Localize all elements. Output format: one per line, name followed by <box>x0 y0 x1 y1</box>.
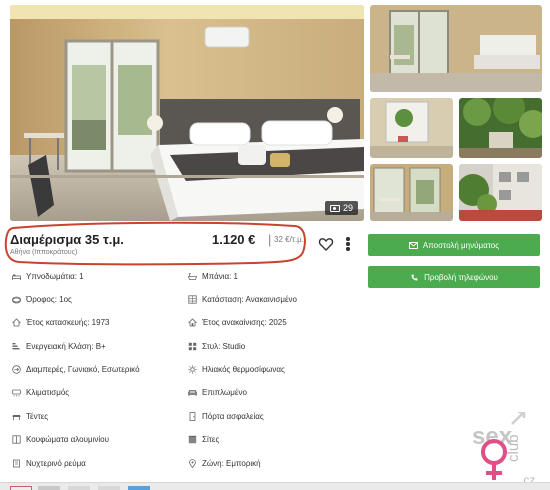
bath-icon <box>188 272 197 281</box>
thumbnail-5[interactable] <box>459 164 542 221</box>
feature-bathrooms: Μπάνια: 1 <box>188 272 238 281</box>
show-phone-button[interactable]: Προβολή τηλεφώνου <box>368 266 540 288</box>
condition-icon <box>188 295 197 304</box>
feature-bedrooms: Υπνοδωμάτια: 1 <box>12 272 84 281</box>
feature-solar-heater: Ηλιακός θερμοσίφωνας <box>188 365 285 374</box>
door-icon <box>188 412 197 421</box>
photo-count-badge: 29 <box>324 201 358 215</box>
taskbar-item[interactable] <box>38 486 60 490</box>
zone-icon <box>188 459 197 468</box>
more-options-icon[interactable] <box>343 236 353 252</box>
feature-floor: Όροφος: 1ος <box>12 295 72 304</box>
feature-year-built: Έτος κατασκευής: 1973 <box>12 318 109 327</box>
house-icon <box>12 318 21 327</box>
feature-bathrooms-label: Μπάνια: 1 <box>202 272 238 281</box>
feature-style-label: Στυλ: Studio <box>202 342 246 351</box>
feature-bedrooms-label: Υπνοδωμάτια: 1 <box>26 272 84 281</box>
thumbnail-3[interactable] <box>459 98 542 158</box>
listing-price: 1.120 € <box>212 232 256 247</box>
bed-icon <box>12 272 21 281</box>
energy-icon <box>12 342 21 351</box>
feature-aluminium-frames-label: Κουφώματα αλουμινίου <box>26 435 109 444</box>
feature-condition-label: Κατάσταση: Ανακαινισμένο <box>202 295 297 304</box>
feature-zone: Ζώνη: Εμπορική <box>188 459 261 468</box>
feature-screens-label: Σίτες <box>202 435 220 444</box>
photo-count: 29 <box>342 203 353 213</box>
feature-aluminium-frames: Κουφώματα αλουμινίου <box>12 435 109 444</box>
phone-icon <box>411 274 418 280</box>
photo-gallery: 29 <box>10 5 542 221</box>
feature-screens: Σίτες <box>188 435 219 444</box>
feature-zone-label: Ζώνη: Εμπορική <box>202 459 261 468</box>
thumbnail-4[interactable] <box>370 164 453 221</box>
taskbar-item[interactable] <box>128 486 150 490</box>
feature-energy-class: Ενεργειακή Κλάση: Β+ <box>12 342 106 351</box>
window-icon <box>12 435 21 444</box>
envelope-icon <box>408 241 418 249</box>
screen-icon <box>188 435 197 444</box>
power-icon <box>12 459 21 468</box>
stairs-icon <box>12 295 21 304</box>
listing-location: Αθήνα (Ιπποκράτους) <box>10 249 78 256</box>
renovation-icon <box>188 318 197 327</box>
feature-awnings: Τέντες <box>12 412 48 421</box>
feature-condition: Κατάσταση: Ανακαινισμένο <box>188 295 297 304</box>
feature-night-power: Νυχτερινό ρεύμα <box>12 459 86 468</box>
feature-furnished: Επιπλωμένο <box>188 388 247 397</box>
feature-furnished-label: Επιπλωμένο <box>202 388 247 397</box>
taskbar-item[interactable] <box>10 486 32 490</box>
sun-icon <box>188 365 197 374</box>
listing-header: Διαμέρισμα 35 τ.μ. Αθήνα (Ιπποκράτους) 1… <box>4 221 306 266</box>
feature-security-door: Πόρτα ασφαλείας <box>188 412 264 421</box>
style-icon <box>188 342 197 351</box>
send-message-button[interactable]: Αποστολή μηνύματος <box>368 234 540 256</box>
feature-renovation-year: Έτος ανακαίνισης: 2025 <box>188 318 287 327</box>
taskbar-strip <box>0 482 550 490</box>
feature-night-power-label: Νυχτερινό ρεύμα <box>26 459 86 468</box>
feature-renovation-year-label: Έτος ανακαίνισης: 2025 <box>202 318 287 327</box>
feature-solar-heater-label: Ηλιακός θερμοσίφωνας <box>202 365 285 374</box>
feature-air-conditioning-label: Κλιματισμός <box>26 388 70 397</box>
show-phone-label: Προβολή τηλεφώνου <box>424 272 498 282</box>
price-separator: | <box>268 232 272 247</box>
feature-layout: Διαμπερές, Γωνιακό, Εσωτερικό <box>12 365 140 374</box>
thumbnail-1[interactable] <box>370 5 542 92</box>
taskbar-item[interactable] <box>98 486 120 490</box>
feature-energy-class-label: Ενεργειακή Κλάση: Β+ <box>26 342 106 351</box>
watermark-text-bottom: club <box>505 434 522 462</box>
price-per-sqm: 32 €/τ.μ. <box>274 235 305 244</box>
feature-style: Στυλ: Studio <box>188 342 245 351</box>
feature-security-door-label: Πόρτα ασφαλείας <box>202 412 264 421</box>
sofa-icon <box>188 388 197 397</box>
listing-title: Διαμέρισμα 35 τ.μ. <box>10 232 124 247</box>
snowflake-icon <box>12 388 21 397</box>
send-message-label: Αποστολή μηνύματος <box>422 240 500 250</box>
thumbnail-2[interactable] <box>370 98 453 158</box>
feature-floor-label: Όροφος: 1ος <box>26 295 72 304</box>
feature-awnings-label: Τέντες <box>26 412 49 421</box>
feature-layout-label: Διαμπερές, Γωνιακό, Εσωτερικό <box>26 365 140 374</box>
taskbar-item[interactable] <box>68 486 90 490</box>
watermark-text-top: sex <box>472 423 513 450</box>
main-photo[interactable]: 29 <box>10 5 364 221</box>
watermark-logo: sex club .cz <box>468 410 548 488</box>
favorite-heart-icon[interactable] <box>318 236 334 252</box>
camera-icon <box>329 204 340 212</box>
layout-icon <box>12 365 21 374</box>
feature-air-conditioning: Κλιματισμός <box>12 388 69 397</box>
awning-icon <box>12 412 21 421</box>
feature-year-built-label: Έτος κατασκευής: 1973 <box>26 318 110 327</box>
